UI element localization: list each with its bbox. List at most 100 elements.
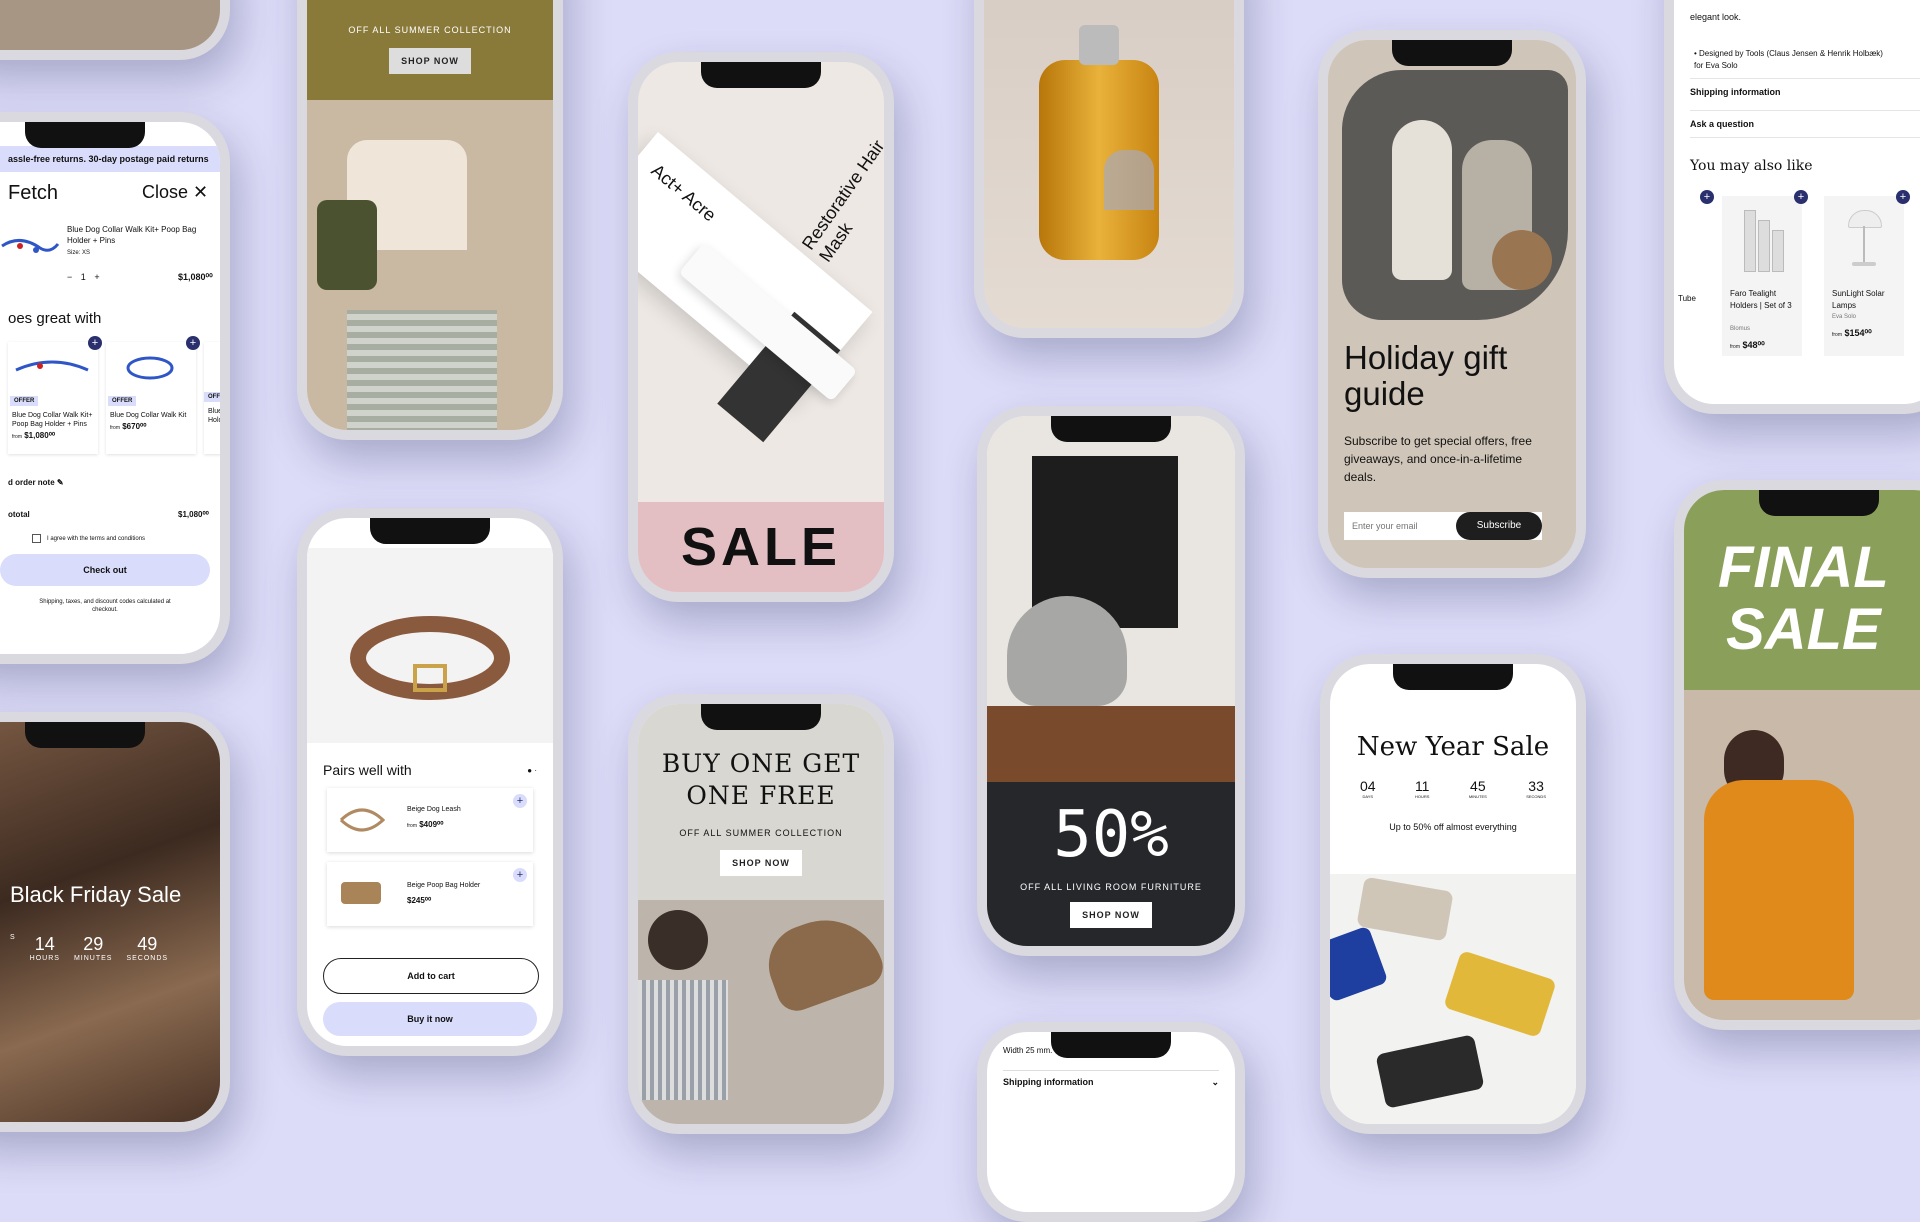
plus-icon[interactable]: + bbox=[513, 794, 527, 808]
living-banner: 50% OFF ALL LIVING ROOM FURNITURE SHOP N… bbox=[987, 782, 1235, 946]
buy-now-button[interactable]: Buy it now bbox=[323, 1002, 537, 1036]
black-friday-title: Black Friday Sale bbox=[10, 882, 182, 907]
bogo-button-wrap: SHOP NOW bbox=[638, 850, 884, 876]
timer-unit: 04 DAYS bbox=[1360, 778, 1376, 799]
email-input[interactable] bbox=[1344, 512, 1464, 540]
timer-label: HOURS bbox=[29, 955, 60, 962]
rec-card[interactable]: OFFE Blue Walk Hold bbox=[204, 342, 220, 454]
card-price-value: $48⁰⁰ bbox=[1742, 340, 1765, 350]
phone-product: elegant look. • Designed by Tools (Claus… bbox=[1664, 0, 1920, 414]
shop-now-button[interactable]: SHOP NOW bbox=[720, 850, 802, 876]
living-subtitle: OFF ALL LIVING ROOM FURNITURE bbox=[1020, 882, 1202, 892]
from-label: from bbox=[407, 823, 417, 829]
phone-oil bbox=[974, 0, 1244, 338]
phone-black-friday: Black Friday Sale S 14 HOURS 29 MINUTES 49… bbox=[0, 712, 230, 1132]
shipping-label: Shipping information bbox=[1690, 87, 1781, 97]
plus-icon[interactable]: + bbox=[88, 336, 102, 350]
terms-checkbox[interactable] bbox=[32, 534, 41, 543]
bogo-subtitle: OFF ALL SUMMER COLLECTION bbox=[679, 828, 843, 838]
card-name: SunLight Solar Lamps bbox=[1832, 289, 1885, 310]
from-label: from bbox=[110, 425, 120, 431]
quantity-stepper[interactable]: − 1 + bbox=[67, 272, 100, 282]
plus-icon[interactable]: + bbox=[513, 868, 527, 882]
rec-card[interactable]: + OFFER Blue Dog Collar Walk Kit from $6… bbox=[106, 336, 200, 454]
notch bbox=[25, 122, 145, 148]
timer-unit: 29 MINUTES bbox=[74, 934, 113, 962]
dog bbox=[1492, 230, 1552, 290]
pair-item[interactable]: + Beige Dog Leash from $409⁰⁰ bbox=[327, 788, 533, 852]
cart-item-price: $1,080⁰⁰ bbox=[178, 272, 213, 282]
flowing-hair bbox=[757, 903, 884, 1017]
product-card[interactable]: + Tube bbox=[1678, 190, 1714, 346]
shipping-accordion[interactable]: Shipping information⌄ bbox=[1003, 1070, 1219, 1088]
product-screen: elegant look. • Designed by Tools (Claus… bbox=[1674, 0, 1920, 404]
designer-bullet: • Designed by Tools (Claus Jensen & Henr… bbox=[1694, 49, 1883, 70]
timer-value: 11 bbox=[1414, 778, 1430, 794]
card-name: Tube bbox=[1678, 294, 1696, 303]
product-name: Restorative Hair Mask bbox=[798, 136, 884, 266]
product-card[interactable]: + Faro Tealight Holders | Set of 3 Blomu… bbox=[1722, 190, 1808, 356]
timer-unit: 11 HOURS bbox=[1415, 778, 1430, 799]
rec-price: from $670⁰⁰ bbox=[106, 420, 196, 433]
summer-banner: OFF ALL SUMMER COLLECTION SHOP NOW bbox=[307, 0, 553, 100]
bottle-label bbox=[1104, 150, 1154, 210]
plus-icon[interactable]: + bbox=[1794, 190, 1808, 204]
close-button[interactable]: Close ✕ bbox=[142, 182, 208, 203]
shop-now-button[interactable]: SHOP NOW bbox=[389, 48, 471, 74]
cart-item-title: Blue Dog Collar Walk Kit+ Poop Bag Holde… bbox=[67, 225, 197, 245]
final-sale-screen: FINAL SALE bbox=[1684, 490, 1920, 1020]
timer-value: 33 bbox=[1528, 778, 1544, 794]
minus-button[interactable]: − bbox=[67, 272, 72, 282]
armchair bbox=[1007, 596, 1127, 706]
card-price: from $48⁰⁰ bbox=[1730, 340, 1765, 351]
add-to-cart-button[interactable]: Add to cart bbox=[323, 958, 539, 994]
carousel-dots[interactable]: ● · bbox=[527, 766, 537, 775]
width-spec: Width 25 mm. bbox=[1003, 1046, 1053, 1055]
product-card[interactable]: + SunLight Solar Lamps Eva Solo from $15… bbox=[1824, 190, 1910, 356]
also-like-title: You may also like bbox=[1690, 158, 1813, 174]
rec-name: Blue Dog Collar Walk Kit bbox=[110, 412, 187, 419]
photo-screen bbox=[0, 0, 220, 50]
timer-label: S bbox=[10, 934, 16, 941]
close-icon: ✕ bbox=[193, 182, 209, 202]
order-note-link[interactable]: d order note ✎ bbox=[8, 478, 64, 487]
countdown-timer: S 14 HOURS 29 MINUTES 49 SECONDS bbox=[10, 934, 168, 962]
subscribe-button[interactable]: Subscribe bbox=[1456, 512, 1542, 540]
orange-jacket bbox=[1704, 780, 1854, 1000]
checkout-button[interactable]: Check out bbox=[0, 554, 210, 586]
summer-subtitle: OFF ALL SUMMER COLLECTION bbox=[348, 25, 512, 35]
timer-unit: 45 MINUTES bbox=[1469, 778, 1487, 799]
plus-button[interactable]: + bbox=[94, 272, 99, 282]
timer-label: MINUTES bbox=[1468, 794, 1487, 799]
plus-icon[interactable]: + bbox=[186, 336, 200, 350]
collar-screen: Pairs well with ● · + Beige Dog Leash fr… bbox=[307, 518, 553, 1046]
shipping-accordion[interactable]: Shipping information⌄ bbox=[1690, 78, 1920, 105]
bogo-title: BUY ONE GET ONE FREE bbox=[661, 749, 861, 810]
brand-name: Act+ Acre bbox=[647, 160, 720, 226]
timer-unit: 33 SECONDS bbox=[1526, 778, 1546, 799]
ask-label: Ask a question bbox=[1690, 119, 1755, 129]
summer-photo bbox=[307, 100, 553, 430]
pair-price: from $409⁰⁰ bbox=[407, 820, 443, 829]
shop-now-button[interactable]: SHOP NOW bbox=[1070, 902, 1152, 928]
ask-accordion[interactable]: Ask a question⌄ bbox=[1690, 110, 1920, 138]
tealight-2 bbox=[1758, 220, 1770, 272]
bogo-screen: BUY ONE GET ONE FREE OFF ALL SUMMER COLL… bbox=[638, 704, 884, 1124]
timer-label: MINUTES bbox=[73, 955, 113, 962]
offer-badge: OFFER bbox=[108, 396, 137, 406]
oil-screen bbox=[984, 0, 1234, 328]
timer-unit: S bbox=[10, 934, 16, 962]
plus-icon[interactable]: + bbox=[1896, 190, 1910, 204]
notch bbox=[25, 722, 145, 748]
rec-card[interactable]: + OFFER Blue Dog Collar Walk Kit+ Poop B… bbox=[8, 336, 102, 454]
actacre-screen: Act+ Acre Restorative Hair Mask SALE bbox=[638, 62, 884, 592]
plus-icon[interactable]: + bbox=[1700, 190, 1714, 204]
timer-value: 29 bbox=[83, 934, 104, 954]
subtotal-label: ototal bbox=[8, 510, 30, 519]
phone-bogo: BUY ONE GET ONE FREE OFF ALL SUMMER COLL… bbox=[628, 694, 894, 1134]
final-sale-banner: FINAL SALE bbox=[1684, 490, 1920, 690]
designer-text: Designed by Tools (Claus Jensen & Henrik… bbox=[1694, 49, 1883, 70]
terms-row[interactable]: I agree with the terms and conditions bbox=[32, 534, 145, 543]
pair-item[interactable]: + Beige Poop Bag Holder $245⁰⁰ bbox=[327, 862, 533, 926]
rec-name: Blue Walk Hold bbox=[208, 408, 220, 424]
